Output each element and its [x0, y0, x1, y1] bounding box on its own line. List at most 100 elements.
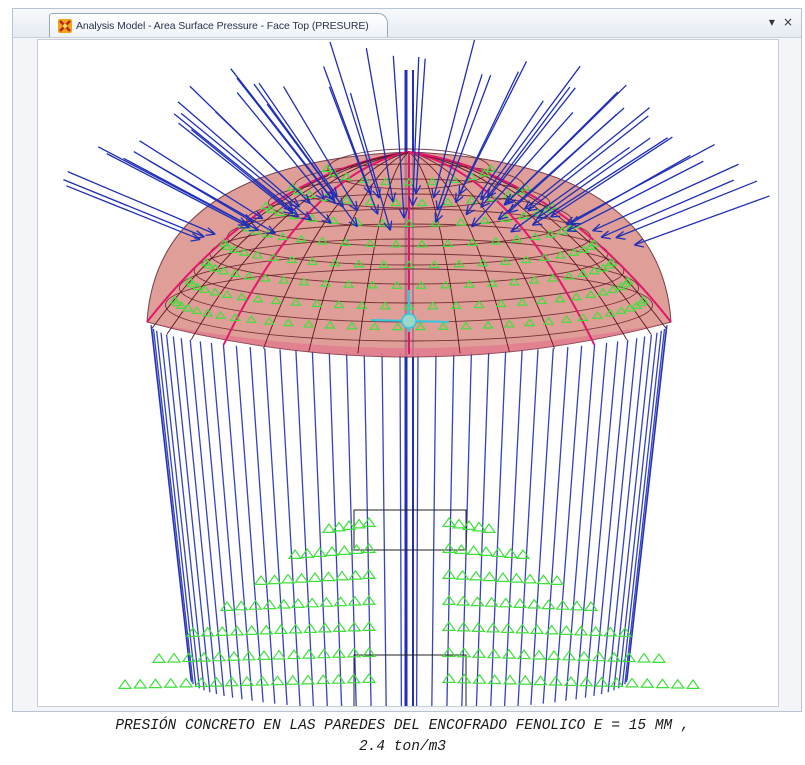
window-controls: ▾ × — [769, 14, 793, 30]
support-icon — [276, 598, 291, 609]
column-line — [542, 347, 569, 704]
support-icon — [441, 542, 457, 553]
support-icon — [569, 600, 584, 611]
support-icon — [685, 678, 701, 689]
support-icon — [471, 621, 486, 632]
support-icon — [466, 544, 481, 555]
tab-analysis-model[interactable]: Analysis Model - Area Surface Pressure -… — [49, 13, 388, 37]
support-icon — [441, 672, 457, 683]
column-line — [160, 332, 201, 689]
support-icon — [133, 678, 148, 689]
column-line — [503, 350, 523, 706]
support-icon — [501, 648, 517, 659]
tab-title: Analysis Model - Area Surface Pressure -… — [76, 19, 369, 32]
support-icon — [624, 677, 640, 688]
support-icon — [594, 676, 609, 687]
support-icon — [482, 571, 497, 582]
support-icon — [509, 572, 524, 583]
support-icon — [286, 649, 302, 660]
column-line — [249, 347, 276, 704]
support-icon — [527, 598, 542, 609]
support-icon — [300, 547, 315, 558]
support-icon — [636, 652, 652, 663]
column-line — [189, 339, 225, 696]
csi-logo-icon — [58, 18, 72, 33]
support-icon — [333, 596, 348, 607]
model-view-window: Analysis Model - Area Surface Pressure -… — [12, 8, 802, 712]
support-icon — [219, 600, 235, 611]
dropdown-arrow-icon[interactable]: ▾ — [769, 14, 775, 30]
support-icon — [244, 624, 259, 635]
support-icon — [361, 516, 377, 527]
support-icon — [234, 600, 249, 611]
window-title-bar: Analysis Model - Area Surface Pressure -… — [13, 9, 801, 38]
support-icon — [491, 546, 506, 557]
support-icon — [151, 652, 167, 663]
figure-caption: PRESIÓN CONCRETO EN LAS PAREDES DEL ENCO… — [0, 716, 805, 758]
support-icon — [178, 677, 194, 688]
support-icon — [441, 516, 457, 527]
support-icon — [559, 624, 574, 635]
pressure-arrow — [67, 171, 216, 235]
support-icon — [503, 547, 518, 558]
pressure-arrow — [600, 179, 734, 238]
support-icon — [472, 673, 487, 684]
support-icon — [468, 570, 484, 581]
support-icon — [312, 546, 327, 557]
support-icon — [347, 595, 362, 606]
support-icon — [253, 574, 269, 585]
column-line — [517, 349, 539, 706]
support-icon — [194, 677, 209, 688]
support-icon — [337, 544, 352, 555]
column-line — [264, 348, 288, 705]
support-icon — [211, 651, 227, 662]
support-icon — [163, 677, 178, 688]
support-icon — [321, 571, 336, 582]
column-line — [279, 349, 301, 706]
support-icon — [316, 674, 331, 685]
support-icon — [285, 674, 300, 685]
support-icon — [456, 595, 471, 606]
support-icon — [361, 542, 377, 553]
support-icon — [583, 600, 599, 611]
support-icon — [348, 569, 363, 580]
column-line — [415, 352, 419, 706]
support-icon — [334, 570, 350, 581]
caption-line-1: PRESIÓN CONCRETO EN LAS PAREDES DEL ENCO… — [115, 718, 690, 734]
support-icon — [262, 599, 277, 610]
column-line — [593, 339, 629, 696]
pressure-arrow — [615, 180, 758, 239]
caption-line-2: 2.4 ton/m3 — [358, 739, 446, 755]
base-supports — [117, 516, 701, 689]
support-icon — [317, 622, 333, 633]
support-icon — [518, 674, 533, 685]
axis-origin — [401, 313, 417, 329]
screenshot-frame: Analysis Model - Area Surface Pressure -… — [0, 0, 805, 765]
support-icon — [331, 673, 346, 684]
support-icon — [294, 572, 309, 583]
support-icon — [487, 674, 502, 685]
support-icon — [470, 596, 485, 607]
support-icon — [640, 677, 655, 688]
support-icon — [457, 673, 472, 684]
close-icon[interactable]: × — [783, 14, 793, 30]
support-icon — [307, 571, 323, 582]
support-icon — [655, 678, 670, 689]
support-icon — [301, 648, 317, 659]
support-icon — [332, 621, 347, 632]
support-icon — [361, 672, 377, 683]
structure-model-render — [63, 40, 770, 706]
column-line — [554, 345, 583, 703]
support-icon — [166, 652, 182, 663]
column-line — [381, 352, 387, 706]
support-icon — [495, 571, 511, 582]
column-line — [617, 332, 658, 689]
support-icon — [516, 649, 532, 660]
support-icon — [486, 648, 502, 659]
support-icon — [529, 623, 545, 634]
support-icon — [591, 651, 607, 662]
column-line — [235, 345, 264, 703]
column-line — [295, 350, 315, 706]
support-icon — [455, 569, 470, 580]
model-3d-viewport[interactable] — [37, 39, 779, 707]
